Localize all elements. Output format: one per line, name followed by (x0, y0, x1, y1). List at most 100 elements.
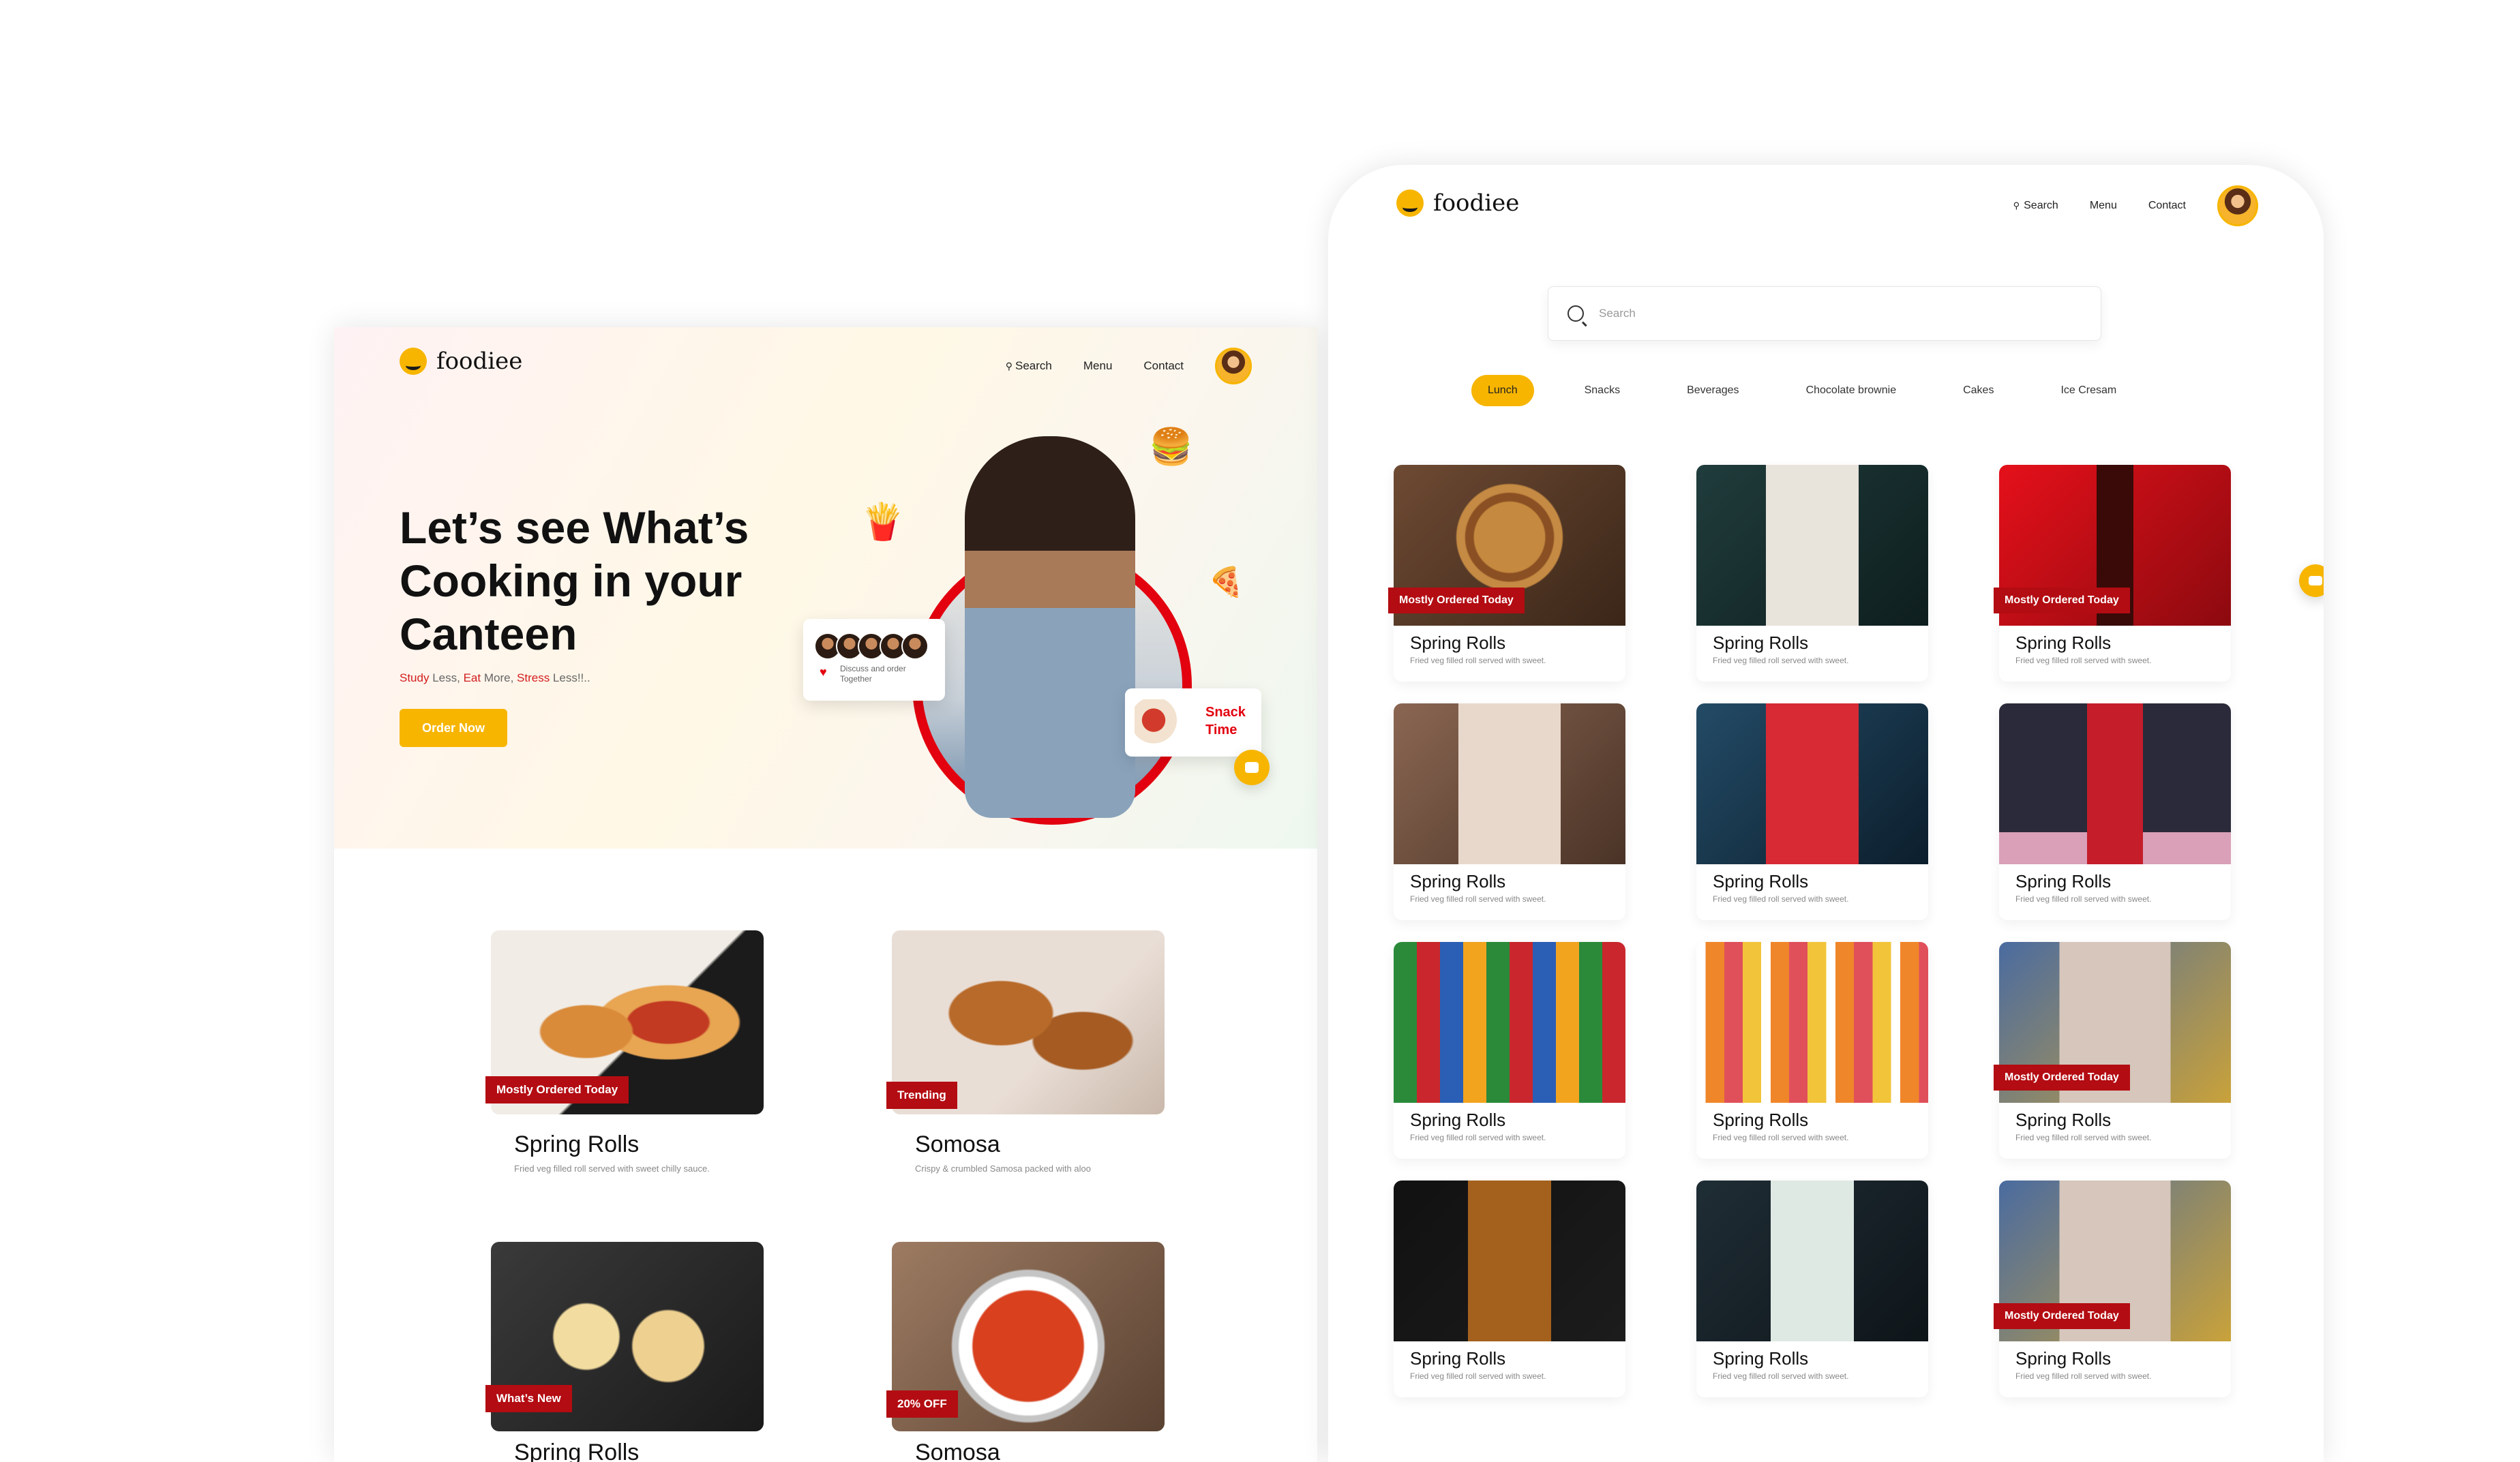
nav-search-label: Search (2024, 200, 2058, 211)
category-tabs: Lunch Snacks Beverages Chocolate brownie… (1471, 375, 2167, 406)
food-card[interactable]: Mostly Ordered Today Spring Rolls Fried … (485, 930, 764, 1196)
order-now-button[interactable]: Order Now (400, 709, 507, 747)
fries-icon: 🍟 (860, 502, 905, 542)
logo-icon (1396, 189, 1424, 217)
chat-icon (2309, 575, 2322, 586)
desktop-mockup: foodiee ⚲ Search Menu Contact Let’s see … (334, 327, 1317, 1462)
menu-item-card[interactable]: Spring Rolls Fried veg filled roll serve… (1394, 942, 1625, 1159)
menu-item-name: Spring Rolls (1713, 1110, 1809, 1130)
sub-less-2: Less!!.. (550, 671, 590, 684)
menu-item-name: Spring Rolls (1713, 633, 1809, 653)
food-desc: Fried veg filled roll served with sweet … (514, 1163, 710, 1174)
menu-item-desc: Fried veg filled roll served with sweet. (1410, 1371, 1546, 1381)
menu-item-card[interactable]: Spring Rolls Fried veg filled roll serve… (1696, 942, 1928, 1159)
menu-item-desc: Fried veg filled roll served with sweet. (2015, 1371, 2152, 1381)
search-icon: ⚲ (1005, 360, 1012, 371)
category-chocolate-brownie[interactable]: Chocolate brownie (1790, 375, 1913, 406)
chat-button[interactable] (1234, 750, 1270, 785)
menu-item-image (1394, 703, 1625, 864)
menu-item-tag: Mostly Ordered Today (1388, 588, 1525, 613)
food-card[interactable]: What’s New Spring Rolls (485, 1242, 764, 1462)
snack-image (1135, 699, 1182, 746)
menu-item-name: Spring Rolls (1410, 1348, 1506, 1369)
menu-item-name: Spring Rolls (1713, 1348, 1809, 1369)
menu-item-card[interactable]: Mostly Ordered Today Spring Rolls Fried … (1994, 1181, 2231, 1397)
menu-item-tag: Mostly Ordered Today (1994, 1065, 2130, 1091)
sub-less-1: Less, (429, 671, 464, 684)
tablet-mockup: foodiee ⚲ Search Menu Contact Lunch Snac… (1328, 165, 2324, 1462)
food-tag: What’s New (485, 1385, 572, 1412)
menu-item-image (1696, 465, 1928, 626)
nav-contact[interactable]: Contact (1143, 359, 1184, 373)
brand-name: foodiee (436, 348, 523, 375)
menu-item-name: Spring Rolls (2015, 1348, 2112, 1369)
burger-icon: 🍔 (1149, 427, 1193, 467)
menu-item-name: Spring Rolls (2015, 871, 2112, 892)
menu-item-card[interactable]: Spring Rolls Fried veg filled roll serve… (1999, 703, 2231, 920)
menu-item-name: Spring Rolls (2015, 633, 2112, 653)
search-input[interactable] (1597, 306, 2078, 321)
group-avatars (814, 633, 929, 660)
menu-item-card[interactable]: Mostly Ordered Today Spring Rolls Fried … (1994, 465, 2231, 682)
category-snacks[interactable]: Snacks (1568, 375, 1636, 406)
menu-item-desc: Fried veg filled roll served with sweet. (1410, 656, 1546, 665)
menu-item-card[interactable]: Spring Rolls Fried veg filled roll serve… (1696, 703, 1928, 920)
food-card[interactable]: 20% OFF Somosa (886, 1242, 1165, 1462)
hero-person-image (965, 436, 1135, 818)
brand-logo[interactable]: foodiee (400, 348, 522, 375)
food-tag: Mostly Ordered Today (485, 1076, 629, 1103)
menu-item-desc: Fried veg filled roll served with sweet. (2015, 894, 2152, 904)
menu-item-name: Spring Rolls (2015, 1110, 2112, 1130)
nav-search[interactable]: ⚲ Search (1006, 359, 1052, 373)
avatar[interactable] (2217, 185, 2258, 226)
nav-contact[interactable]: Contact (2148, 200, 2186, 212)
avatar[interactable] (1215, 348, 1252, 384)
menu-item-image (1394, 942, 1625, 1103)
logo-icon (400, 348, 427, 375)
menu-item-image (1394, 1181, 1625, 1341)
menu-item-name: Spring Rolls (1713, 871, 1809, 892)
menu-item-desc: Fried veg filled roll served with sweet. (1410, 894, 1546, 904)
nav-menu[interactable]: Menu (2090, 200, 2117, 212)
food-card[interactable]: Trending Somosa Crispy & crumbled Samosa… (886, 930, 1165, 1196)
food-name: Spring Rolls (514, 1131, 640, 1157)
menu-item-card[interactable]: Spring Rolls Fried veg filled roll serve… (1696, 465, 1928, 682)
menu-item-tag: Mostly Ordered Today (1994, 1303, 2130, 1329)
snack-card[interactable]: Snack Time (1125, 688, 1261, 757)
brand-logo[interactable]: foodiee (1396, 189, 1519, 217)
menu-item-name: Spring Rolls (1410, 633, 1506, 653)
sub-eat: Eat (463, 671, 481, 684)
nav-search[interactable]: ⚲ Search (2013, 200, 2058, 212)
menu-item-card[interactable]: Mostly Ordered Today Spring Rolls Fried … (1388, 465, 1625, 682)
menu-item-card[interactable]: Spring Rolls Fried veg filled roll serve… (1696, 1181, 1928, 1397)
category-beverages[interactable]: Beverages (1670, 375, 1756, 406)
brand-name: foodiee (1433, 189, 1520, 217)
nav-menu[interactable]: Menu (1083, 359, 1113, 373)
chat-icon (1244, 762, 1259, 773)
category-cakes[interactable]: Cakes (1947, 375, 2010, 406)
menu-item-name: Spring Rolls (1410, 871, 1506, 892)
food-tag: Trending (886, 1082, 957, 1109)
menu-item-card[interactable]: Spring Rolls Fried veg filled roll serve… (1394, 703, 1625, 920)
menu-item-image (1696, 703, 1928, 864)
menu-item-desc: Fried veg filled roll served with sweet. (2015, 656, 2152, 665)
menu-item-name: Spring Rolls (1410, 1110, 1506, 1130)
pizza-icon: 🍕 (1208, 566, 1244, 598)
category-lunch[interactable]: Lunch (1471, 375, 1534, 406)
top-nav: ⚲ Search Menu Contact (2013, 185, 2258, 226)
discuss-card[interactable]: ♥ Discuss and order Together (803, 619, 945, 701)
discuss-text: Discuss and order Together (840, 664, 906, 684)
menu-item-desc: Fried veg filled roll served with sweet. (1713, 1133, 1849, 1142)
food-tag: 20% OFF (886, 1390, 958, 1418)
search-bar[interactable] (1548, 286, 2101, 341)
menu-item-card[interactable]: Mostly Ordered Today Spring Rolls Fried … (1994, 942, 2231, 1159)
menu-item-card[interactable]: Spring Rolls Fried veg filled roll serve… (1394, 1181, 1625, 1397)
menu-item-desc: Fried veg filled roll served with sweet. (1713, 894, 1849, 904)
chat-button[interactable] (2299, 564, 2324, 597)
food-desc: Crispy & crumbled Samosa packed with alo… (915, 1163, 1091, 1174)
top-nav: ⚲ Search Menu Contact (1006, 348, 1252, 384)
hero-title: Let’s see What’s Cooking in your Canteen (400, 502, 749, 659)
category-ice-cream[interactable]: Ice Cresam (2044, 375, 2133, 406)
food-name: Spring Rolls (514, 1440, 640, 1462)
menu-item-desc: Fried veg filled roll served with sweet. (1713, 1371, 1849, 1381)
